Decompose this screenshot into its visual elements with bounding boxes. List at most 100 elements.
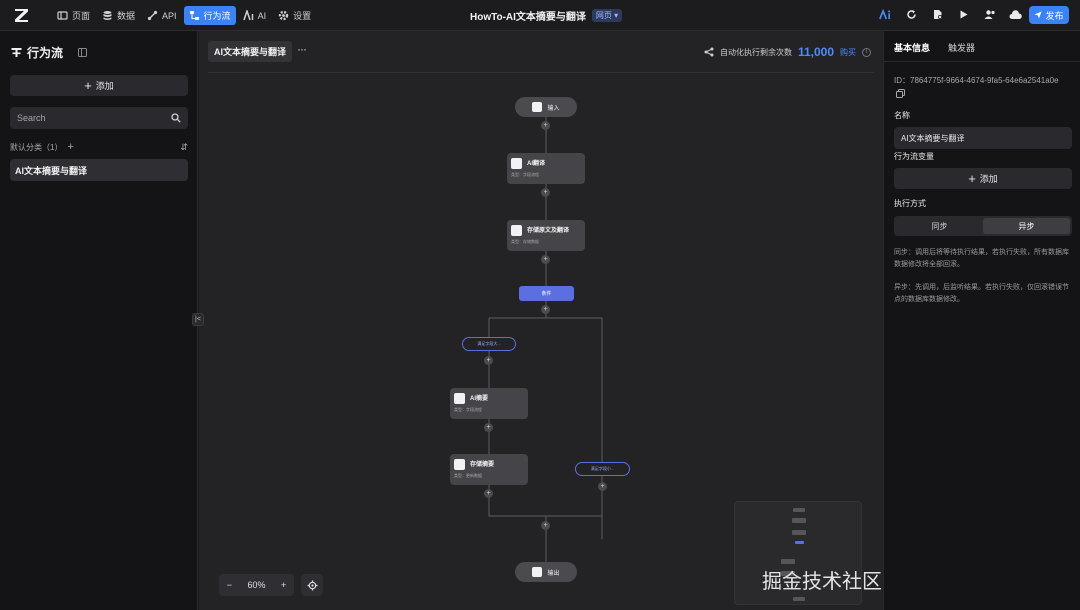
play-icon[interactable] [957,8,970,21]
zoom-level: 60% [247,580,266,590]
share-nodes-icon [704,47,714,57]
nav-data[interactable]: 数据 [97,6,140,25]
sidebar-title: 行为流 [27,46,64,60]
collapse-sidebar-icon[interactable] [78,48,88,57]
plus-icon: + [968,170,976,186]
app-logo-icon[interactable] [13,7,30,24]
minimap-node [792,518,806,523]
add-variable-button[interactable]: + 添加 [894,168,1072,189]
top-bar: 页面 数据 API 行为流 AI 设置 HowTo-AI文本摘要与翻译 网页 ▾ [0,0,1080,31]
workflow-id: ID：7864775f-9664-4674-9fa5-64e6a2541a0e [894,76,1059,85]
ai-summary-node[interactable]: AI摘要 类型：字段流程 [450,388,528,419]
document-icon[interactable] [931,8,944,21]
document-title-area: HowTo-AI文本摘要与翻译 网页 ▾ [470,8,623,23]
nav-workflow[interactable]: 行为流 [183,6,236,25]
nav-data-label: 数据 [117,11,136,21]
add-node-button[interactable]: + [484,489,493,498]
search-icon[interactable] [171,113,181,123]
panel-tabs: 基本信息 触发器 [894,41,975,54]
category-header: 默认分类（1） + ⇵ [10,141,188,153]
fit-view-button[interactable] [301,574,323,596]
input-node[interactable]: 输入 [515,97,577,117]
execution-mode-label: 执行方式 [894,199,926,208]
properties-panel: 基本信息 触发器 ID：7864775f-9664-4674-9fa5-64e6… [883,31,1080,610]
branch-condition-right[interactable]: 满足字段小... [575,462,630,476]
save-text-node[interactable]: 存储原文及翻译 类型：存储数据 [507,220,585,251]
search-input[interactable] [10,107,188,129]
add-node-button[interactable]: + [484,356,493,365]
name-label: 名称 [894,111,910,120]
add-node-button[interactable]: + [598,482,607,491]
cloud-icon[interactable] [1009,8,1022,21]
add-node-button[interactable]: + [541,255,550,264]
tab-basic-info[interactable]: 基本信息 [894,41,930,54]
mode-sync-option[interactable]: 同步 [896,218,983,234]
add-node-button[interactable]: + [541,305,550,314]
api-icon [147,10,158,21]
condition-node[interactable]: 条件 [519,286,574,301]
save-summary-node[interactable]: 存储摘要 类型：更新数据 [450,454,528,485]
info-icon[interactable]: i [862,47,871,57]
branch-condition-left[interactable]: 满足字段大... [462,337,516,351]
node-title: 存储原文及翻译 [527,228,570,234]
copy-icon[interactable] [896,89,905,98]
input-node-icon [532,102,543,112]
panel-resize-handle[interactable]: |< [192,313,204,326]
header-divider [208,72,874,73]
fold-category-icon[interactable]: ⇵ [180,142,188,153]
nav-page[interactable]: 页面 [52,6,95,25]
plus-icon: + [84,77,92,93]
add-workflow-label: 添加 [95,81,114,91]
workflow-sidebar: 行为流 + 添加 默认分类（1） + ⇵ AI文本摘要与翻译 [0,31,198,610]
more-options-icon[interactable]: ··· [297,42,307,56]
document-title: HowTo-AI文本摘要与翻译 [470,12,586,23]
workflow-list-icon [11,48,22,57]
add-category-icon[interactable]: + [67,141,73,153]
ai-logo-icon[interactable] [879,8,892,21]
node-title: AI摘要 [470,396,489,402]
sidebar-item-label: AI文本摘要与翻译 [15,165,88,176]
chat-icon [511,158,522,169]
workflow-canvas[interactable]: AI文本摘要与翻译 ··· 自动化执行剩余次数 11,000 购买 i 输入 +… [199,31,1003,610]
users-icon[interactable] [983,8,996,21]
workflow-tab[interactable]: AI文本摘要与翻译 [208,41,293,62]
sidebar-item-workflow[interactable]: AI文本摘要与翻译 [10,159,188,181]
add-node-button[interactable]: + [541,188,550,197]
node-title: AI翻译 [527,161,546,167]
output-node-icon [532,567,543,577]
sidebar-header: 行为流 [11,44,88,61]
name-input[interactable]: AI文本摘要与翻译 [894,127,1072,149]
mode-async-option[interactable]: 异步 [983,218,1070,234]
buy-link[interactable]: 购买 [840,47,856,58]
send-icon [1034,11,1042,19]
refresh-icon[interactable] [905,8,918,21]
nav-api[interactable]: API [142,6,182,25]
tab-divider [884,61,1080,62]
publish-button[interactable]: 发布 [1029,6,1069,24]
node-subtitle: 类型：更新数据 [454,473,482,478]
zoom-out-button[interactable]: − [227,580,232,590]
database-icon [103,11,112,20]
nav-ai[interactable]: AI [238,6,272,25]
tab-trigger[interactable]: 触发器 [948,41,975,54]
workflow-icon [189,11,199,20]
execution-quota: 自动化执行剩余次数 11,000 购买 i [704,45,871,59]
gear-icon [278,10,289,21]
quota-label: 自动化执行剩余次数 [719,47,792,57]
async-description: 异步：先调用，后监听结果。若执行失败，仅回滚错误节点的数据库数据修改。 [894,284,1069,303]
minimap-node [795,541,804,544]
minimap-node [781,559,795,564]
ai-translate-node[interactable]: AI翻译 类型：字段流程 [507,153,585,184]
crosshair-icon [307,580,317,590]
platform-dropdown[interactable]: 网页 ▾ [591,9,623,22]
add-node-button[interactable]: + [541,521,550,530]
add-node-button[interactable]: + [484,423,493,432]
zoom-in-button[interactable]: + [281,580,286,590]
nav-settings[interactable]: 设置 [273,6,316,25]
add-workflow-button[interactable]: + 添加 [10,75,188,96]
minimap-node [792,530,806,535]
nav-page-label: 页面 [72,11,91,21]
node-subtitle: 类型：存储数据 [511,239,539,244]
add-node-button[interactable]: + [541,121,550,130]
output-node[interactable]: 输出 [515,562,577,582]
